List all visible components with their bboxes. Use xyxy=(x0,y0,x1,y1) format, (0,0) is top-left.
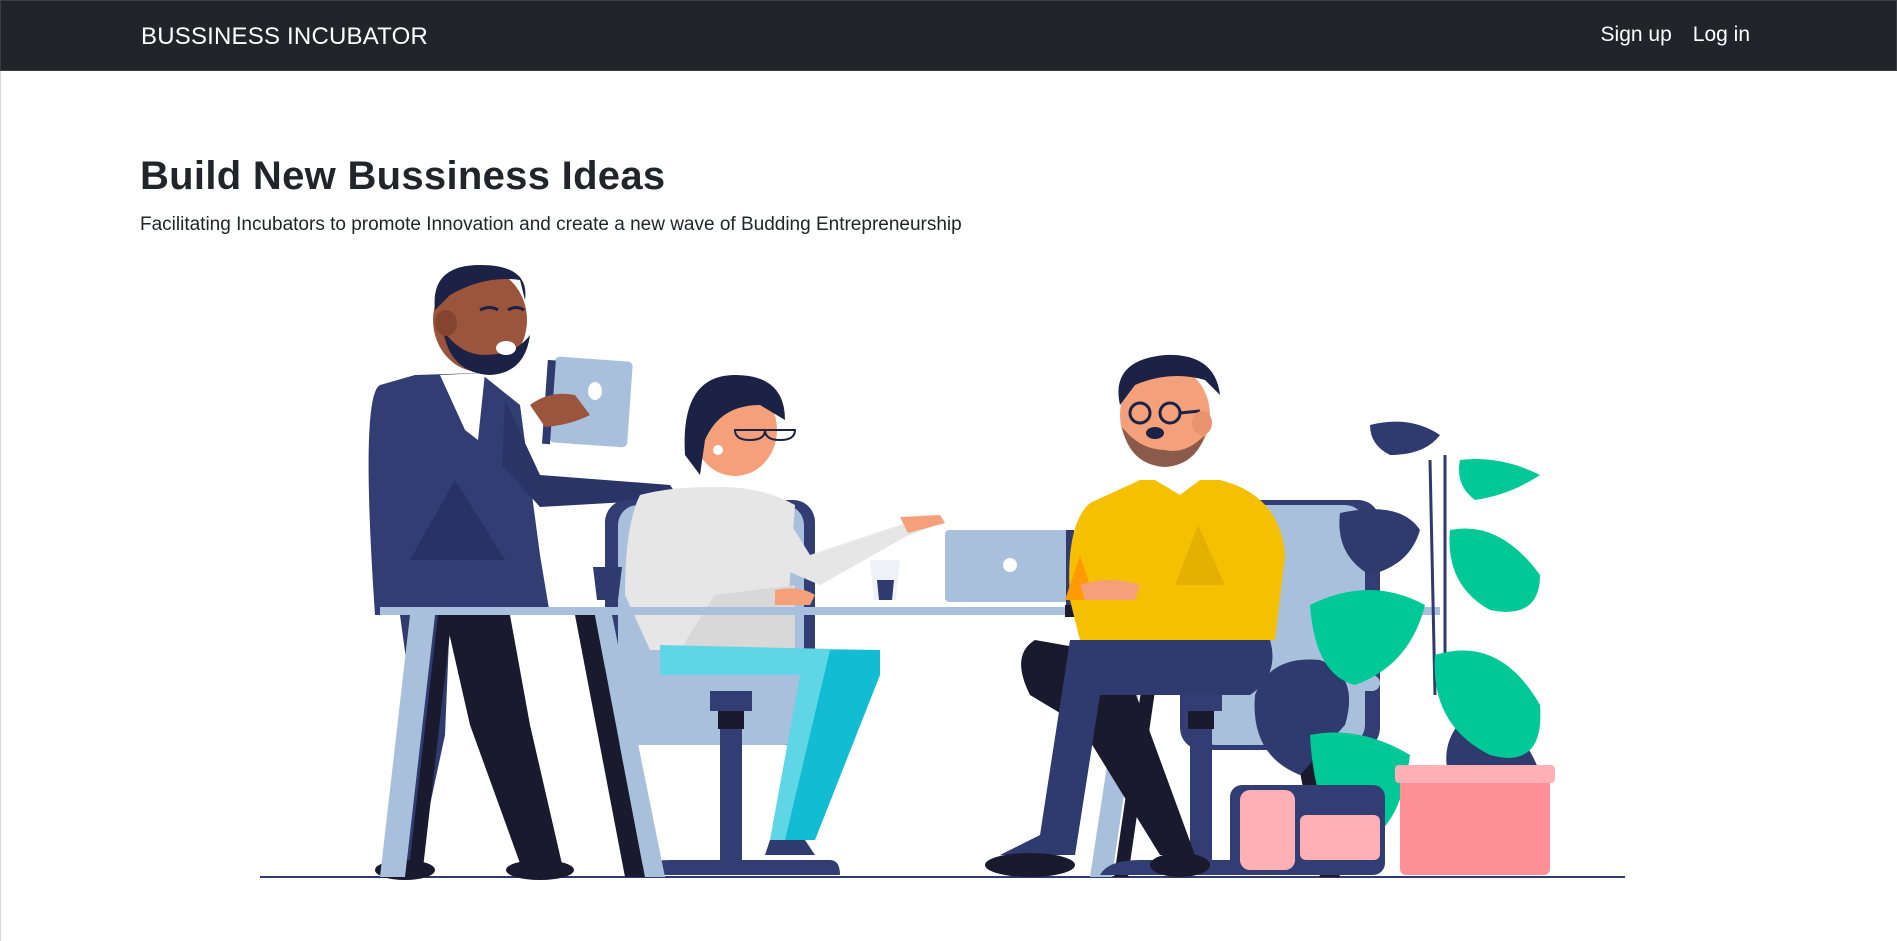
top-navbar: BUSSINESS INCUBATOR Sign up Log in xyxy=(0,0,1897,71)
team-meeting-illustration xyxy=(260,265,1625,880)
seated-woman-figure xyxy=(605,375,945,875)
signup-link[interactable]: Sign up xyxy=(1601,23,1672,47)
laptop xyxy=(945,530,1074,605)
page-left-border xyxy=(0,71,1,941)
nav-links: Sign up Log in xyxy=(1601,23,1750,47)
pot-large xyxy=(1400,775,1550,875)
login-link[interactable]: Log in xyxy=(1693,23,1750,47)
brand-link[interactable]: BUSSINESS INCUBATOR xyxy=(141,23,428,51)
hero-subtitle: Facilitating Incubators to promote Innov… xyxy=(140,214,962,235)
cup-left xyxy=(593,567,622,600)
hero-title: Build New Bussiness Ideas xyxy=(140,154,666,198)
